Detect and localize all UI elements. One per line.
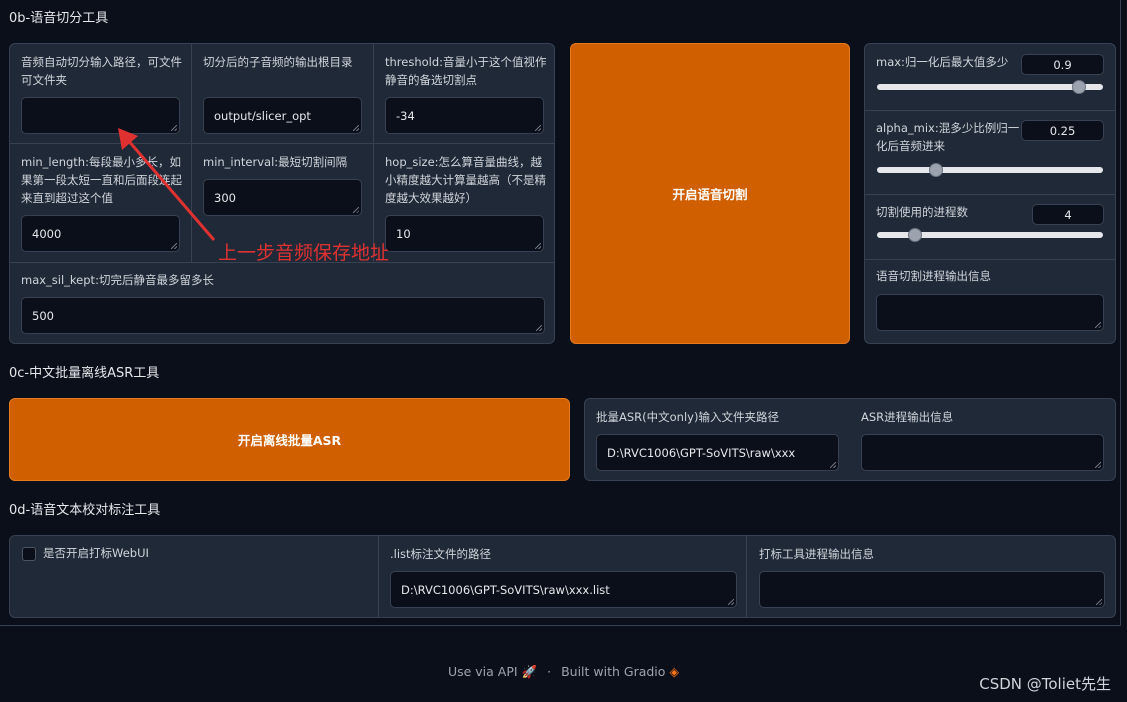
rocket-icon: 🚀	[521, 664, 538, 679]
footer-separator: ·	[547, 664, 552, 679]
label-section-title: 0d-语音文本校对标注工具	[9, 503, 161, 518]
footer: Use via API 🚀 · Built with Gradio ◈	[0, 664, 1127, 680]
alpha-mix-label: alpha_mix:混多少比例归一化后音频进来	[876, 121, 1020, 153]
threshold-field[interactable]: -34	[385, 97, 544, 134]
slicer-output-info-field[interactable]	[876, 294, 1104, 331]
max-slider[interactable]	[877, 80, 1103, 94]
alpha-mix-number-input[interactable]: 0.25	[1021, 120, 1104, 141]
asr-input-label: 批量ASR(中文only)输入文件夹路径	[596, 410, 779, 424]
webui-checkbox-label[interactable]: 是否开启打标WebUI	[43, 544, 343, 562]
labeling-output-info-label: 打标工具进程输出信息	[759, 547, 874, 561]
api-link[interactable]: Use via API	[448, 664, 518, 679]
list-path-label: .list标注文件的路径	[390, 547, 492, 561]
main-container: 0b-语音切分工具 音频自动切分输入路径，可文件可文件夹 切分后的子音频的输出根…	[0, 0, 1121, 626]
list-path-field[interactable]: D:\RVC1006\GPT-SoVITS\raw\xxx.list	[390, 571, 737, 608]
procs-label: 切割使用的进程数	[876, 205, 968, 219]
max-sil-kept-label: max_sil_kept:切完后静音最多留多长	[21, 273, 214, 287]
input-path-label: 音频自动切分输入路径，可文件可文件夹	[21, 55, 182, 87]
gradio-logo-icon: ◈	[669, 664, 680, 679]
min-length-field[interactable]: 4000	[21, 215, 180, 252]
hop-size-field[interactable]: 10	[385, 215, 544, 252]
slicer-options-panel: max:归一化后最大值多少 0.9 alpha_mix:混多少比例归一化后音频进…	[864, 43, 1116, 344]
start-slicer-button[interactable]: 开启语音切割	[570, 43, 850, 344]
asr-section-title: 0c-中文批量离线ASR工具	[9, 366, 160, 381]
max-slider-thumb[interactable]	[1072, 80, 1087, 94]
procs-slider[interactable]	[877, 228, 1103, 242]
slicer-section-title: 0b-语音切分工具	[9, 11, 109, 26]
asr-output-info-field[interactable]	[861, 434, 1104, 471]
alpha-mix-slider[interactable]	[877, 163, 1103, 177]
asr-output-info-label: ASR进程输出信息	[861, 410, 954, 424]
alpha-mix-slider-thumb[interactable]	[928, 163, 943, 177]
procs-slider-thumb[interactable]	[908, 228, 923, 242]
asr-input-field[interactable]: D:\RVC1006\GPT-SoVITS\raw\xxx	[596, 434, 839, 471]
labeling-output-info-field[interactable]	[759, 571, 1105, 608]
asr-panel: 批量ASR(中文only)输入文件夹路径 D:\RVC1006\GPT-SoVI…	[584, 398, 1116, 481]
min-interval-field[interactable]: 300	[203, 179, 362, 216]
procs-number-input[interactable]: 4	[1032, 204, 1104, 225]
output-root-field[interactable]: output/slicer_opt	[203, 97, 362, 134]
min-interval-label: min_interval:最短切割间隔	[203, 155, 348, 169]
slicer-output-info-label: 语音切割进程输出信息	[876, 269, 991, 283]
start-asr-button[interactable]: 开启离线批量ASR	[9, 398, 570, 481]
webui-checkbox[interactable]	[22, 547, 36, 561]
gradio-link[interactable]: Built with Gradio	[561, 664, 665, 679]
max-number-input[interactable]: 0.9	[1021, 54, 1104, 75]
max-sil-kept-field[interactable]: 500	[21, 297, 545, 334]
hop-size-label: hop_size:怎么算音量曲线，越小精度越大计算量越高（不是精度越大效果越好）	[385, 155, 546, 205]
annotation-text: 上一步音频保存地址	[218, 242, 390, 264]
watermark: CSDN @Toliet先生	[979, 675, 1111, 693]
threshold-label: threshold:音量小于这个值视作静音的备选切割点	[385, 55, 547, 87]
input-path-field[interactable]	[21, 97, 180, 134]
output-root-label: 切分后的子音频的输出根目录	[203, 55, 353, 69]
labeling-panel: 是否开启打标WebUI .list标注文件的路径 D:\RVC1006\GPT-…	[9, 535, 1116, 618]
max-label: max:归一化后最大值多少	[876, 55, 1009, 69]
min-length-label: min_length:每段最小多长，如果第一段太短一直和后面段连起来直到超过这个…	[21, 155, 182, 205]
slicer-params-panel: 音频自动切分输入路径，可文件可文件夹 切分后的子音频的输出根目录 output/…	[9, 43, 555, 344]
